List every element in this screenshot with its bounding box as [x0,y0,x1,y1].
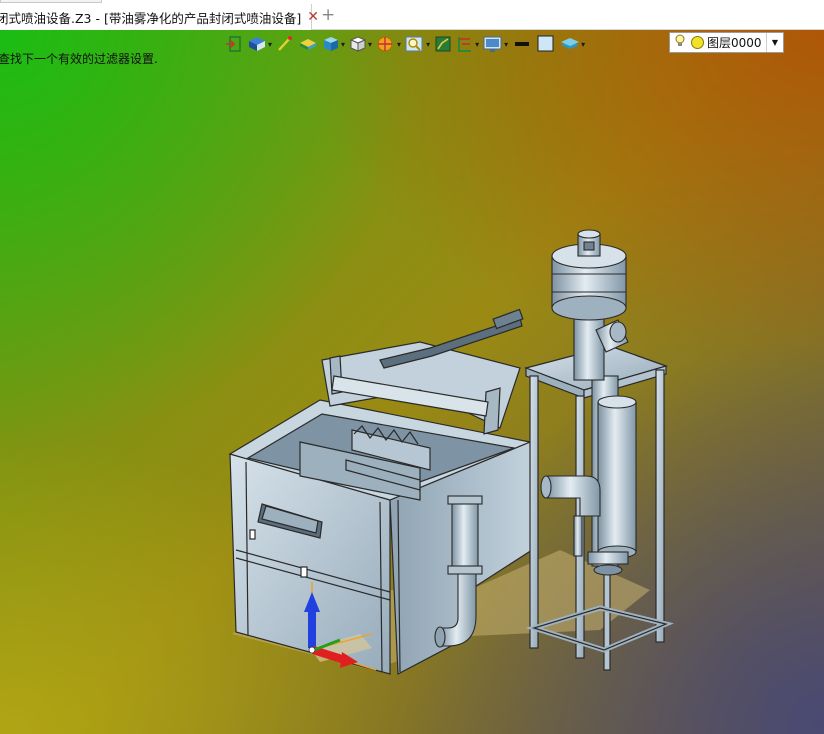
layer-select-value: 图层0000 [707,36,762,50]
exit-icon[interactable] [224,33,244,55]
oil-mist-filter [540,229,637,576]
section-view-icon[interactable]: ▾ [375,33,402,55]
document-tab[interactable]: 闭式喷油设备.Z3 - [带油雾净化的产品封闭式喷油设备] ✕ [0,4,319,30]
zoom-icon[interactable]: ▾ [404,33,431,55]
lightbulb-icon[interactable] [672,34,688,51]
document-tab-title: 闭式喷油设备.Z3 - [带油雾净化的产品封闭式喷油设备] [0,10,302,26]
line-style-icon[interactable] [511,33,533,55]
3d-viewport[interactable]: 查找下一个有效的过滤器设置. ▾ ▾ ▾ ▾ ▾ ▾ ▾ ▾ 图层0000 ▼ [0,30,824,734]
solid-cube-icon[interactable]: ▾ [321,33,346,55]
new-tab-button[interactable]: + [321,6,335,24]
layer-manager-icon[interactable]: ▾ [559,33,586,55]
shaded-display-icon[interactable] [297,33,319,55]
display-settings-icon[interactable]: ▾ [482,33,509,55]
color-swatch-icon[interactable] [535,33,557,55]
fit-view-icon[interactable] [433,33,453,55]
layer-select[interactable]: 图层0000 ▼ [669,32,784,53]
close-tab-icon[interactable]: ✕ [307,10,319,24]
inactive-tab-sliver[interactable] [0,0,102,3]
document-tab-bar: 闭式喷油设备.Z3 - [带油雾净化的产品封闭式喷油设备] ✕ + [0,0,824,30]
wire-cube-icon[interactable]: ▾ [348,33,373,55]
status-hint: 查找下一个有效的过滤器设置. [0,52,158,66]
view-toolbar: ▾ ▾ ▾ ▾ ▾ ▾ ▾ ▾ [224,32,586,56]
layer-color-icon[interactable] [691,36,704,49]
equipment-model [228,229,674,675]
chevron-down-icon[interactable]: ▼ [766,33,783,52]
pick-filter-icon[interactable] [275,33,295,55]
measure-icon[interactable]: ▾ [455,33,480,55]
view-orientation-icon[interactable]: ▾ [246,33,273,55]
